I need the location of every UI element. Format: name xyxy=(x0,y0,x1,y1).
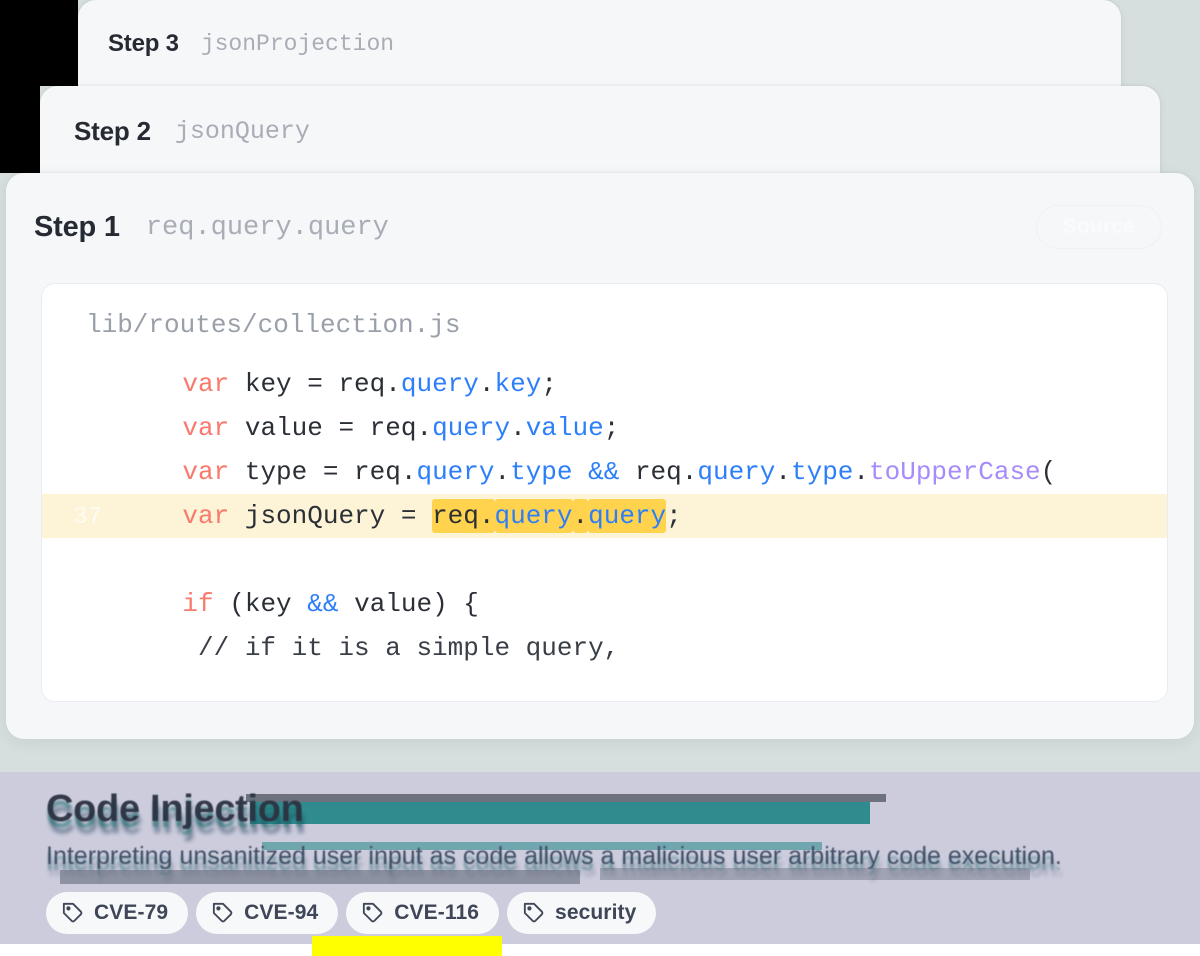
code-filename: lib/routes/collection.js xyxy=(86,310,461,340)
code-token: query xyxy=(416,457,495,487)
code-token: req. xyxy=(619,457,698,487)
finding-block: Code Injection Code Injection Code Injec… xyxy=(0,772,1200,956)
background-notch-left xyxy=(0,86,40,173)
tag-list: CVE-79 CVE-94 CVE-116 security xyxy=(46,892,657,934)
code-line-number: 00 xyxy=(42,540,120,584)
yellow-highlight-artifact xyxy=(312,936,502,956)
tag-icon xyxy=(62,902,84,924)
code-line-number: 00 xyxy=(42,364,120,408)
code-token: query xyxy=(432,413,511,443)
step-2-label: Step 2 xyxy=(74,116,151,146)
tag-pill[interactable]: CVE-116 xyxy=(346,892,500,934)
code-token-highlighted: . xyxy=(572,499,589,533)
code-token: . xyxy=(510,413,526,443)
code-token: toUpperCase xyxy=(869,457,1041,487)
code-token: value) { xyxy=(338,589,479,619)
code-lines-container: 00 var key = req.query.key;00 var value … xyxy=(42,362,1167,670)
code-line: 00 xyxy=(42,538,1167,582)
code-line-number: 37 xyxy=(73,504,102,531)
code-token: query xyxy=(400,369,479,399)
finding-description: Interpreting unsanitized user input as c… xyxy=(46,842,1062,870)
code-token: ; xyxy=(603,413,620,443)
code-token: // if it is a simple query, xyxy=(120,633,620,663)
code-token: jsonQuery = xyxy=(229,501,433,531)
step-2-header: Step 2 jsonQuery xyxy=(40,86,1160,147)
tag-label: CVE-116 xyxy=(394,901,480,924)
tag-label: CVE-94 xyxy=(244,901,319,924)
smear-artifact-dark xyxy=(246,794,886,802)
code-line-number: 00 xyxy=(42,452,120,496)
code-token: if xyxy=(182,589,214,619)
tag-pill[interactable]: CVE-79 xyxy=(46,892,189,934)
code-token: && xyxy=(307,589,339,619)
step-1-expression: req.query.query xyxy=(145,212,389,243)
source-button[interactable]: Source xyxy=(1035,205,1162,249)
code-token: type xyxy=(510,457,573,487)
code-line-number: 00 xyxy=(42,584,120,628)
step-3-header: Step 3 jsonProjection xyxy=(78,0,1121,58)
code-token: . xyxy=(478,369,495,399)
code-token: && xyxy=(588,457,620,487)
tag-pill[interactable]: security xyxy=(507,892,657,934)
tag-icon xyxy=(523,902,545,924)
code-line: 00 // if it is a simple query, xyxy=(42,626,1167,670)
code-token: . xyxy=(494,457,511,487)
step-1-header: Step 1 req.query.query xyxy=(6,173,1194,244)
code-token: . xyxy=(853,457,870,487)
code-token: ; xyxy=(666,501,682,531)
code-token: var xyxy=(182,413,230,443)
screenshot-canvas: Step 3 jsonProjection Step 2 jsonQuery S… xyxy=(0,0,1200,956)
tag-pill[interactable]: CVE-94 xyxy=(196,892,339,934)
smear-artifact-grey xyxy=(60,870,580,884)
code-line: 00 var value = req.query.value; xyxy=(42,406,1167,450)
tag-label: security xyxy=(555,901,637,924)
code-line: 00 var type = req.query.type && req.quer… xyxy=(42,450,1167,494)
tag-label: CVE-79 xyxy=(94,901,169,924)
code-token: type = req. xyxy=(229,457,417,487)
smear-artifact-grey-2 xyxy=(600,868,1030,880)
code-token: var xyxy=(182,369,230,399)
background-notch-top-left xyxy=(0,0,78,86)
code-token: var xyxy=(182,457,230,487)
code-token: value = req. xyxy=(229,413,433,443)
smear-artifact-teal xyxy=(250,802,870,824)
code-token: type xyxy=(790,457,854,487)
code-token: key = req. xyxy=(229,369,401,399)
code-line: 00 var key = req.query.key; xyxy=(42,362,1167,406)
code-token: query xyxy=(697,457,776,487)
tag-icon xyxy=(362,902,384,924)
code-panel: lib/routes/collection.js 00 var key = re… xyxy=(41,283,1168,702)
step-card-1[interactable]: Step 1 req.query.query Source lib/routes… xyxy=(6,173,1194,739)
step-3-label: Step 3 xyxy=(108,30,179,57)
code-token: ; xyxy=(541,369,557,399)
code-token-highlighted: req. xyxy=(432,499,495,533)
code-token-highlighted: query xyxy=(588,499,667,533)
code-token: ( xyxy=(1040,457,1057,487)
code-token: key xyxy=(494,369,542,399)
code-line: 00 if (key && value) { xyxy=(42,582,1167,626)
bottom-white-sliver xyxy=(0,944,1200,956)
code-token: value xyxy=(525,413,604,443)
code-line-number: 00 xyxy=(42,628,120,672)
code-token: . xyxy=(775,457,791,487)
code-token: var xyxy=(182,501,230,531)
code-token-highlighted: query xyxy=(494,499,573,533)
step-3-expression: jsonProjection xyxy=(200,31,395,57)
step-1-label: Step 1 xyxy=(34,211,120,243)
code-token: (key xyxy=(213,589,308,619)
code-line-highlighted: 37 var jsonQuery = req.query.query; xyxy=(42,494,1167,538)
finding-title: Code Injection xyxy=(46,788,304,830)
tag-icon xyxy=(212,902,234,924)
code-line-number: 00 xyxy=(42,408,120,452)
step-2-expression: jsonQuery xyxy=(174,117,310,146)
